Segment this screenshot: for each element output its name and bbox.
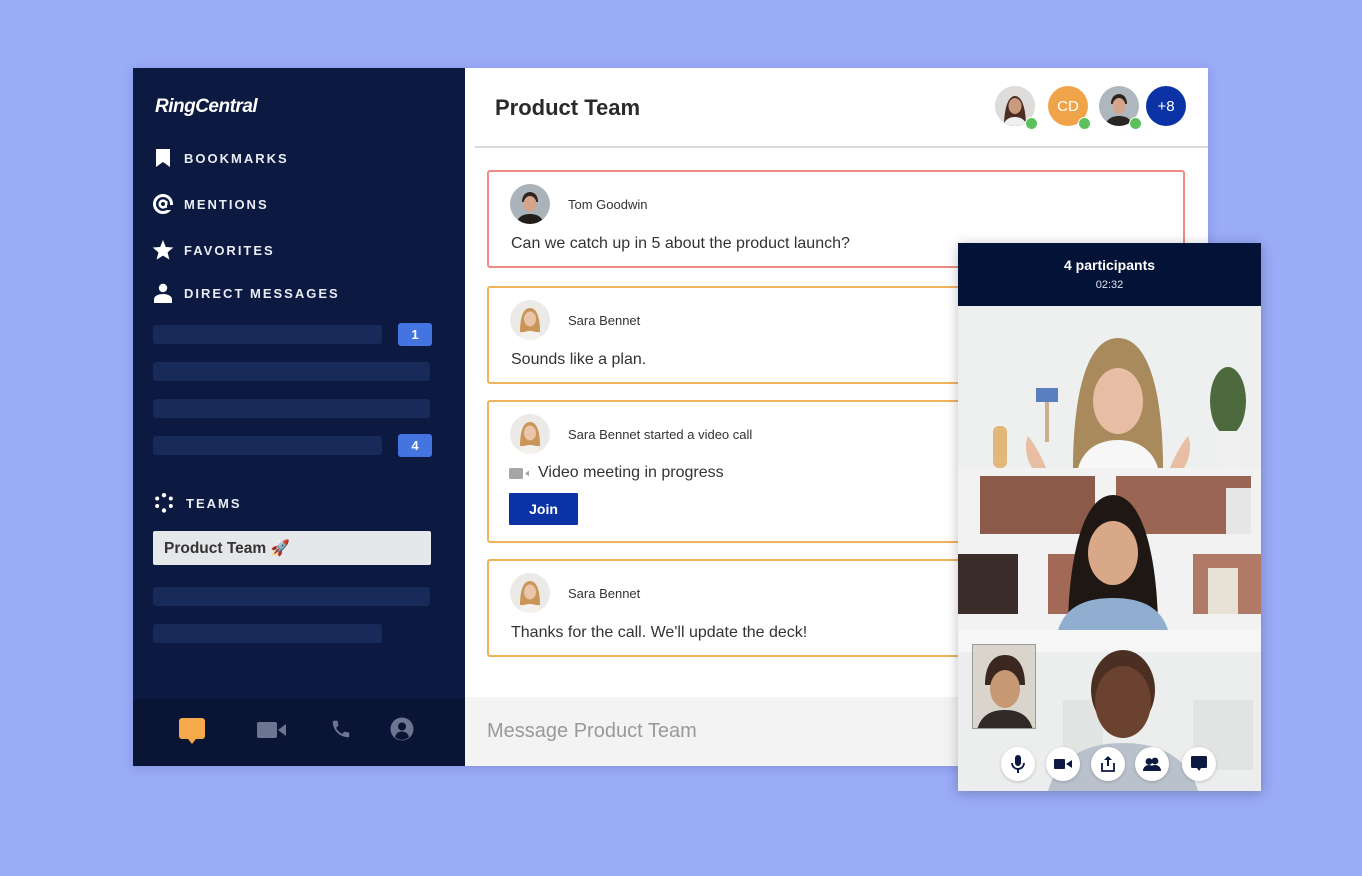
- header-divider: [475, 146, 1208, 148]
- message-text: Thanks for the call. We'll update the de…: [511, 624, 808, 641]
- online-status-dot: [1129, 117, 1142, 130]
- self-view-video: [973, 645, 1035, 728]
- join-call-button[interactable]: Join: [509, 493, 578, 525]
- video-camera-icon: [509, 467, 530, 479]
- video-call-panel: 4 participants 02:32: [958, 243, 1261, 791]
- video-icon[interactable]: [257, 720, 287, 740]
- more-members-count: +8: [1146, 86, 1186, 126]
- bookmark-icon: [151, 147, 175, 169]
- teams-dots-icon: [153, 492, 175, 514]
- message-icon[interactable]: [178, 717, 206, 747]
- composer-placeholder: Message Product Team: [487, 720, 697, 742]
- direct-message-item[interactable]: [153, 325, 382, 344]
- message-author: Tom Goodwin: [568, 197, 648, 212]
- message-text: Can we catch up in 5 about the product l…: [511, 235, 850, 252]
- sidebar-item-label: TEAMS: [186, 495, 242, 511]
- conversation-header: Product Team CD +8: [465, 68, 1208, 148]
- at-sign-icon: [151, 193, 175, 215]
- author-avatar: [510, 184, 550, 224]
- message-text: Video meeting in progress: [538, 464, 724, 481]
- microphone-button[interactable]: [1001, 747, 1035, 781]
- author-avatar: [510, 573, 550, 613]
- message-author: Sara Bennet started a video call: [568, 427, 753, 442]
- chat-button[interactable]: [1182, 747, 1216, 781]
- member-avatar[interactable]: [1099, 86, 1142, 130]
- message-author: Sara Bennet: [568, 586, 641, 601]
- chat-icon: [1191, 756, 1207, 772]
- video-meeting-status: Video meeting in progress: [509, 464, 724, 482]
- star-icon: [151, 239, 175, 261]
- member-avatar[interactable]: CD: [1048, 86, 1091, 130]
- online-status-dot: [1078, 117, 1091, 130]
- sidebar-item-favorites[interactable]: FAVORITES: [151, 238, 275, 262]
- direct-message-item[interactable]: [153, 436, 382, 455]
- online-status-dot: [1025, 117, 1038, 130]
- participants-count: 4 participants: [1063, 257, 1156, 273]
- sidebar-item-label: DIRECT MESSAGES: [184, 285, 340, 301]
- sidebar-item-mentions[interactable]: MENTIONS: [151, 192, 269, 216]
- direct-message-item[interactable]: [153, 362, 430, 381]
- ringcentral-logo: RingCentral: [155, 96, 258, 117]
- call-duration: 02:32: [1095, 279, 1124, 291]
- sidebar-item-bookmarks[interactable]: BOOKMARKS: [151, 146, 289, 170]
- participants-button[interactable]: [1135, 747, 1169, 781]
- microphone-icon: [1011, 755, 1025, 773]
- participant-video-woman-2: [958, 468, 1261, 630]
- camera-icon: [1054, 758, 1072, 770]
- sidebar-item-direct-messages[interactable]: DIRECT MESSAGES: [151, 281, 340, 305]
- author-avatar: [510, 414, 550, 454]
- self-view-thumbnail[interactable]: [972, 644, 1036, 729]
- share-screen-icon: [1101, 756, 1115, 772]
- contacts-icon[interactable]: [390, 717, 414, 741]
- participant-video-woman-1: [958, 306, 1261, 468]
- member-avatar[interactable]: [995, 86, 1038, 130]
- camera-button[interactable]: [1046, 747, 1080, 781]
- message-text: Sounds like a plan.: [511, 351, 647, 368]
- person-icon: [151, 282, 175, 304]
- sidebar-item-label: MENTIONS: [184, 196, 269, 212]
- participants-icon: [1143, 757, 1161, 771]
- phone-icon[interactable]: [330, 717, 352, 741]
- message-author: Sara Bennet: [568, 313, 641, 328]
- unread-badge: 1: [398, 323, 432, 346]
- sidebar-item-teams[interactable]: TEAMS: [153, 491, 242, 515]
- share-screen-button[interactable]: [1091, 747, 1125, 781]
- author-avatar: [510, 300, 550, 340]
- team-item[interactable]: [153, 624, 382, 643]
- sidebar-item-label: FAVORITES: [184, 242, 275, 258]
- sidebar-footer: [133, 699, 465, 766]
- team-item[interactable]: [153, 587, 430, 606]
- sidebar: RingCentral BOOKMARKS MENTIONS FAVORITES…: [133, 68, 465, 766]
- more-members-button[interactable]: +8: [1146, 86, 1186, 126]
- participant-video-tile[interactable]: [958, 468, 1261, 630]
- participant-video-tile[interactable]: [958, 306, 1261, 468]
- direct-message-item[interactable]: [153, 399, 430, 418]
- video-call-header: 4 participants 02:32: [958, 243, 1261, 306]
- team-item-product-team[interactable]: Product Team 🚀: [153, 531, 431, 565]
- sidebar-item-label: BOOKMARKS: [184, 150, 289, 166]
- page-title: Product Team: [495, 95, 641, 120]
- unread-badge: 4: [398, 434, 432, 457]
